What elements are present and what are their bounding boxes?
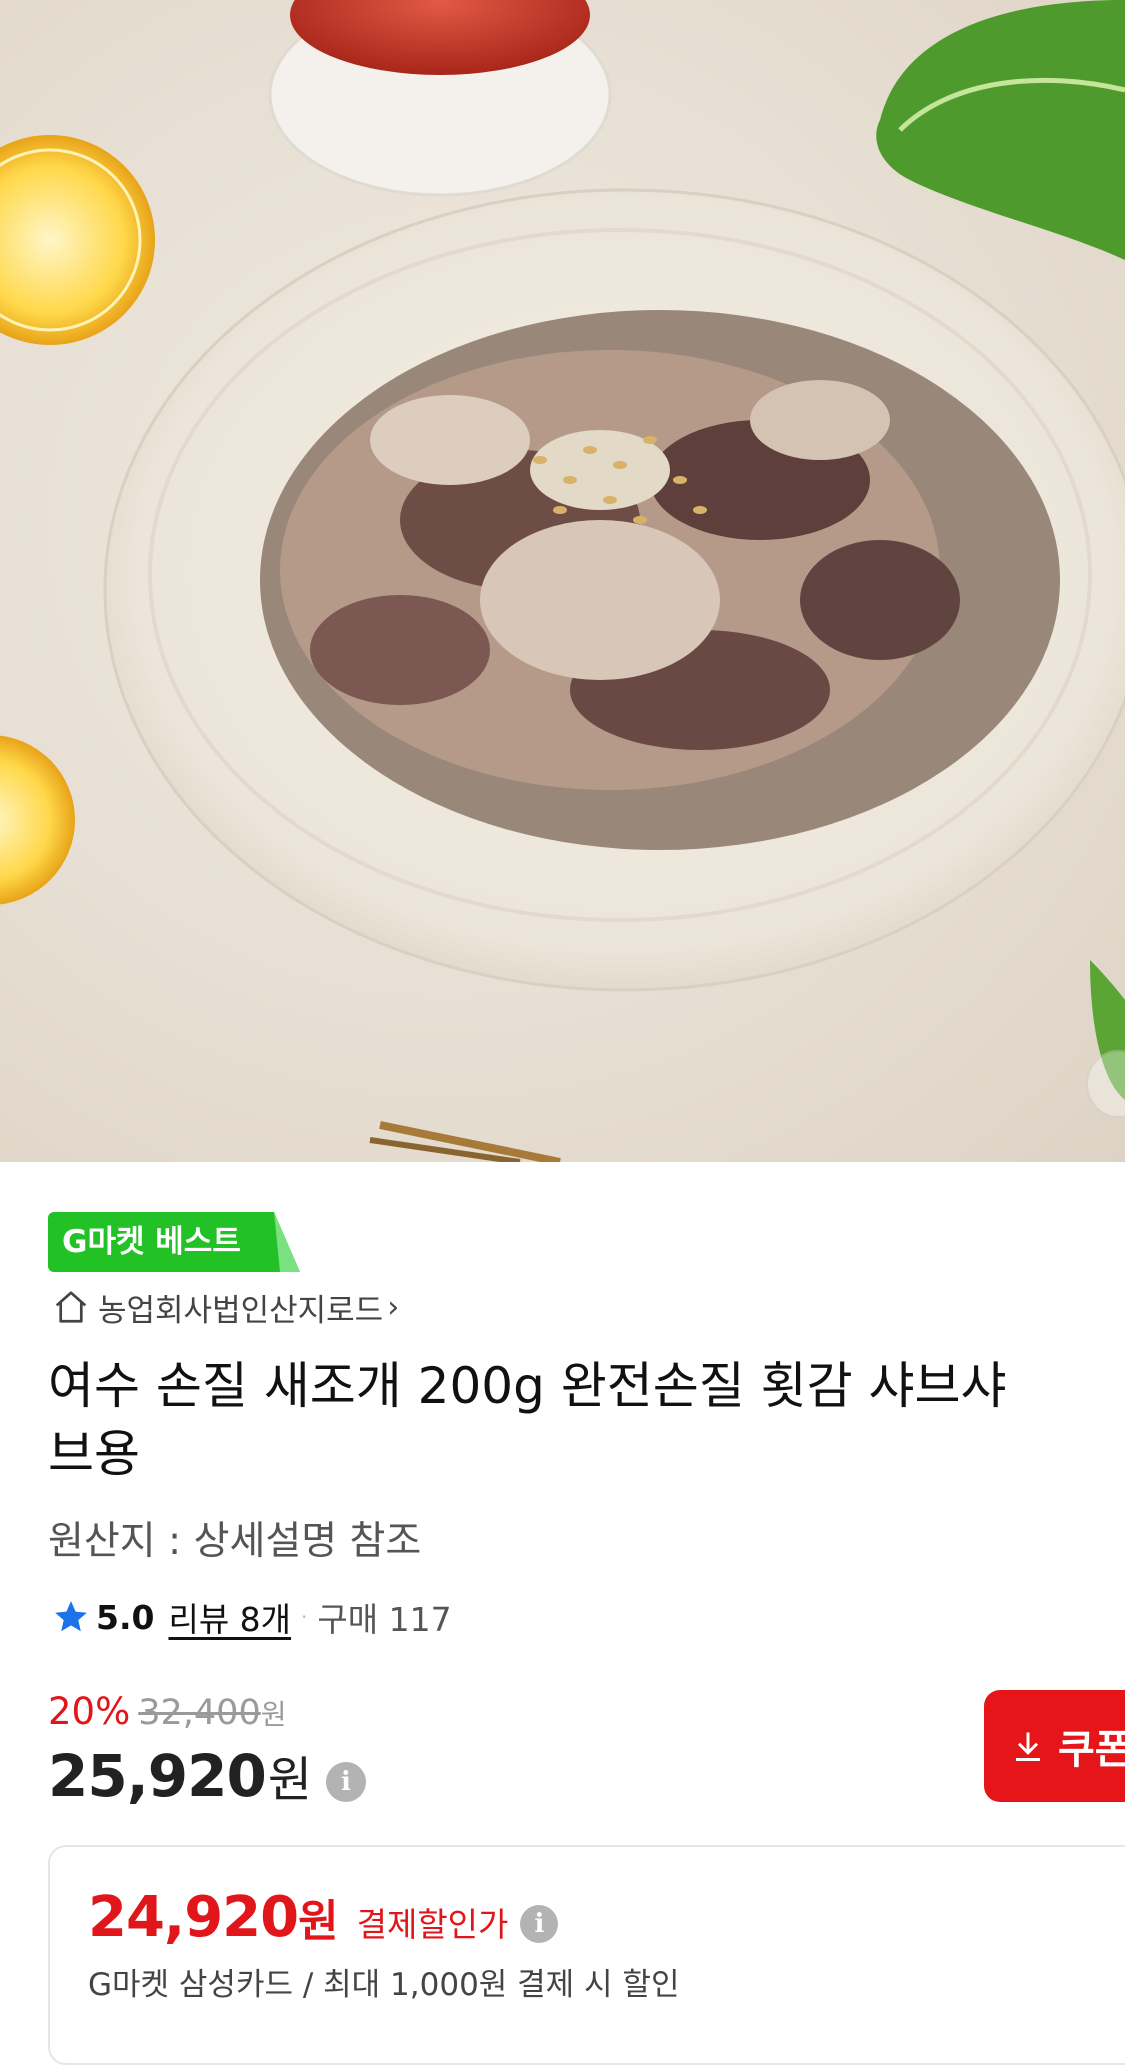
rating-row: 5.0 리뷰 8개 · 구매 117 bbox=[52, 1592, 452, 1642]
card-discount-price: 24,920 bbox=[88, 1885, 299, 1950]
card-discount-label: 결제할인가 bbox=[356, 1905, 509, 1944]
separator-dot: · bbox=[301, 1605, 308, 1629]
origin-info: 원산지 : 상세설명 참조 bbox=[48, 1519, 422, 1564]
card-discount-description: G마켓 삼성카드 / 최대 1,000원 결제 시 할인 bbox=[88, 1967, 680, 2003]
coupon-download-button[interactable]: 쿠폰 bbox=[984, 1690, 1125, 1802]
original-price-unit: 원 bbox=[260, 1698, 287, 1731]
download-icon bbox=[1016, 1732, 1040, 1761]
product-image[interactable] bbox=[0, 0, 1125, 1162]
gmarket-best-badge: G마켓 베스트 bbox=[48, 1212, 300, 1272]
review-link[interactable]: 리뷰 8개 bbox=[168, 1593, 291, 1641]
sale-price-unit: 원 bbox=[267, 1752, 312, 1808]
discount-row: 20% 32,400 원 bbox=[48, 1690, 286, 1740]
info-icon[interactable]: i bbox=[520, 1905, 559, 1943]
store-name: 농업회사법인산지로드 bbox=[98, 1292, 384, 1329]
original-price: 32,400 bbox=[138, 1693, 261, 1733]
product-title: 여수 손질 새조개 200g 완전손질 횟감 샤브샤 브용 bbox=[48, 1352, 1125, 1488]
product-photo bbox=[0, 0, 1125, 1162]
info-icon[interactable]: i bbox=[326, 1762, 366, 1802]
home-icon bbox=[55, 1291, 87, 1323]
product-title-line1: 여수 손질 새조개 200g 완전손질 횟감 샤브샤 bbox=[48, 1357, 1007, 1415]
coupon-label: 쿠폰 bbox=[1058, 1727, 1125, 1773]
discount-rate: 20% bbox=[48, 1690, 131, 1733]
card-discount-price-unit: 원 bbox=[298, 1896, 339, 1947]
sale-price-row: 25,920 원 i bbox=[48, 1740, 366, 1810]
badge-label: G마켓 베스트 bbox=[62, 1224, 241, 1260]
purchase-count: 구매 117 bbox=[317, 1600, 452, 1639]
rating-score: 5.0 bbox=[96, 1597, 155, 1637]
chevron-right-icon: › bbox=[387, 1289, 400, 1325]
card-discount-box[interactable]: 24,920 원 결제할인가 i G마켓 삼성카드 / 최대 1,000원 결제… bbox=[48, 1845, 1125, 2065]
card-discount-price-row: 24,920 원 결제할인가 i bbox=[88, 1885, 559, 1950]
sale-price: 25,920 bbox=[48, 1742, 267, 1810]
store-link[interactable]: 농업회사법인산지로드 › bbox=[52, 1283, 399, 1331]
star-icon bbox=[55, 1601, 87, 1632]
product-title-line2: 브용 bbox=[48, 1425, 140, 1483]
